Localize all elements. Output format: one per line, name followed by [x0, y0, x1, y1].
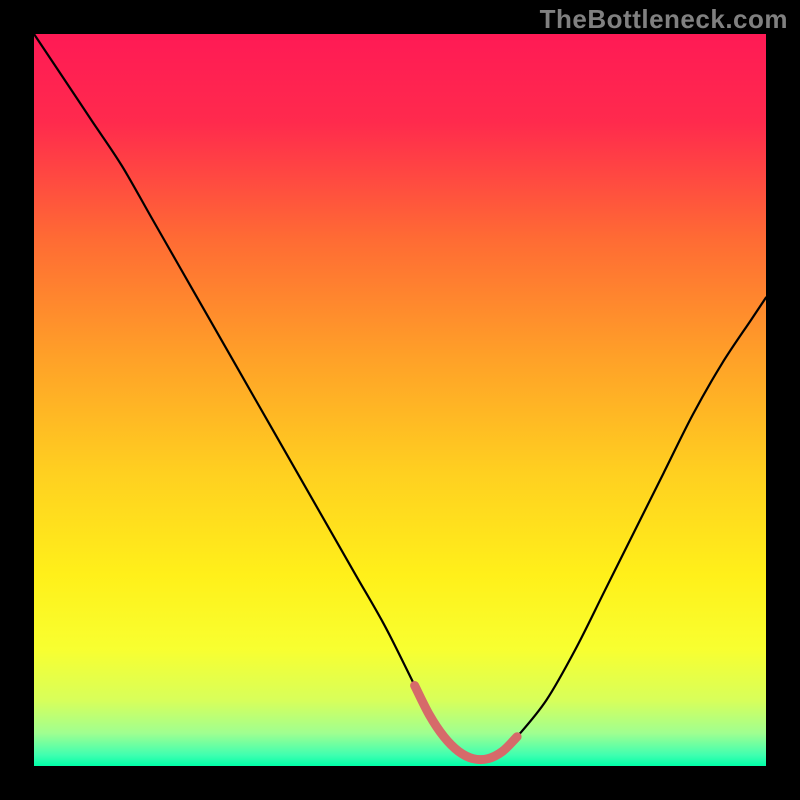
bottleneck-chart	[34, 34, 766, 766]
watermark-text: TheBottleneck.com	[540, 4, 788, 35]
chart-frame: TheBottleneck.com	[0, 0, 800, 800]
